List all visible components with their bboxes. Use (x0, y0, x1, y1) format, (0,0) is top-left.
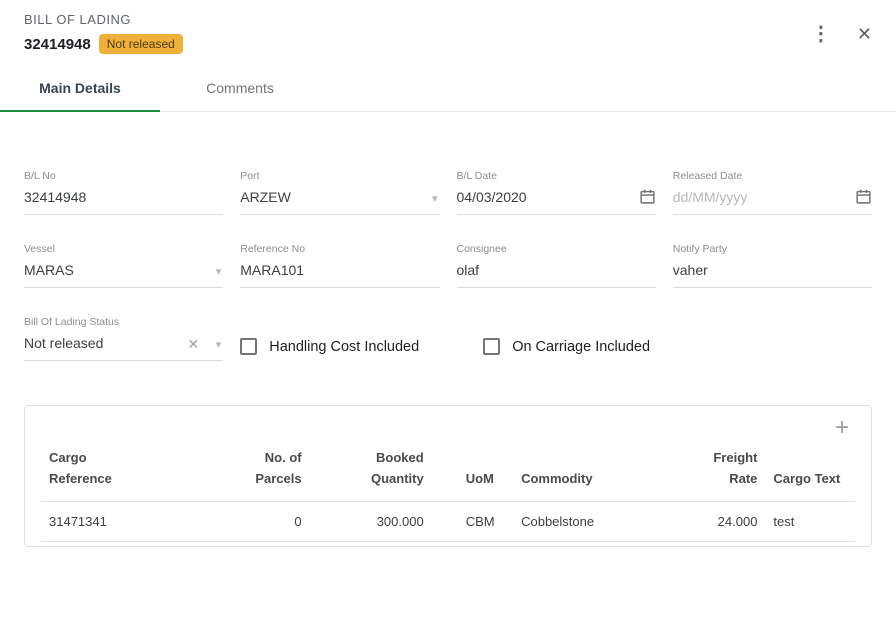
main-content: B/L No Port ▾ B/L Date (0, 112, 896, 546)
tab-comments[interactable]: Comments (160, 68, 320, 111)
checkbox-label: On Carriage Included (512, 339, 650, 355)
field-reference-no: Reference No (240, 243, 439, 288)
field-bl-status: Bill Of Lading Status ✕ ▾ (24, 316, 223, 361)
dialog-header: BILL OF LADING 32414948 Not released ⋮ ✕ (0, 0, 896, 62)
bl-no-control (24, 187, 223, 215)
checkbox-icon[interactable] (483, 338, 500, 355)
bl-date-control (457, 187, 656, 215)
field-vessel: Vessel ▾ (24, 243, 223, 288)
cell-no-of-parcels: 0 (220, 501, 310, 541)
cell-cargo-text: test (765, 501, 855, 541)
tab-bar: Main Details Comments (0, 68, 896, 112)
cargo-card-toolbar: + (41, 414, 855, 442)
bl-status-control: ✕ ▾ (24, 333, 223, 361)
port-select[interactable] (240, 187, 439, 213)
bl-no-label: B/L No (24, 170, 223, 182)
cell-cargo-reference: 31471341 (41, 501, 220, 541)
field-port: Port ▾ (240, 170, 439, 215)
vessel-select[interactable] (24, 260, 223, 286)
table-header-row: Cargo Reference No. of Parcels Booked Qu… (41, 442, 855, 501)
checkbox-group: Handling Cost Included On Carriage Inclu… (240, 316, 872, 361)
released-date-label: Released Date (673, 170, 872, 182)
released-date-input[interactable] (673, 187, 872, 213)
notify-party-input[interactable] (673, 260, 872, 286)
cell-uom: CBM (432, 501, 513, 541)
chevron-down-icon[interactable]: ▾ (216, 265, 222, 278)
cargo-card: + Cargo Reference No. of Parcels Booked … (24, 405, 872, 546)
header-text: BILL OF LADING 32414948 Not released (24, 12, 183, 54)
chevron-down-icon[interactable]: ▾ (216, 338, 222, 351)
field-bl-no: B/L No (24, 170, 223, 215)
calendar-icon[interactable] (639, 188, 656, 209)
handling-cost-checkbox[interactable]: Handling Cost Included (240, 338, 419, 355)
status-row: Bill Of Lading Status ✕ ▾ Handling Cost … (24, 316, 872, 361)
dialog-eyebrow: BILL OF LADING (24, 12, 183, 27)
bl-no-input[interactable] (24, 187, 223, 213)
col-freight-rate: Freight Rate (676, 442, 766, 501)
field-bl-date: B/L Date (457, 170, 656, 215)
kebab-menu-icon[interactable]: ⋮ (807, 20, 835, 48)
col-commodity: Commodity (513, 442, 676, 501)
add-cargo-icon[interactable]: + (829, 414, 855, 442)
chevron-down-icon[interactable]: ▾ (432, 192, 438, 205)
reference-no-control (240, 260, 439, 288)
port-control: ▾ (240, 187, 439, 215)
cell-freight-rate: 24.000 (676, 501, 766, 541)
reference-no-input[interactable] (240, 260, 439, 286)
notify-party-control (673, 260, 872, 288)
field-consignee: Consignee (457, 243, 656, 288)
bl-date-label: B/L Date (457, 170, 656, 182)
field-released-date: Released Date (673, 170, 872, 215)
close-icon[interactable]: ✕ (853, 21, 876, 47)
col-cargo-reference: Cargo Reference (41, 442, 220, 501)
title-row: 32414948 Not released (24, 34, 183, 54)
notify-party-label: Notify Party (673, 243, 872, 255)
form-grid: B/L No Port ▾ B/L Date (24, 170, 872, 288)
field-notify-party: Notify Party (673, 243, 872, 288)
consignee-control (457, 260, 656, 288)
page-title: 32414948 (24, 36, 91, 53)
vessel-label: Vessel (24, 243, 223, 255)
col-cargo-text: Cargo Text (765, 442, 855, 501)
header-actions: ⋮ ✕ (807, 20, 876, 48)
reference-no-label: Reference No (240, 243, 439, 255)
status-badge: Not released (99, 34, 183, 54)
col-no-of-parcels: No. of Parcels (220, 442, 310, 501)
bill-of-lading-dialog: BILL OF LADING 32414948 Not released ⋮ ✕… (0, 0, 896, 632)
released-date-control (673, 187, 872, 215)
consignee-label: Consignee (457, 243, 656, 255)
checkbox-label: Handling Cost Included (269, 339, 419, 355)
cell-booked-quantity: 300.000 (310, 501, 432, 541)
cargo-table: Cargo Reference No. of Parcels Booked Qu… (41, 442, 855, 541)
col-booked-quantity: Booked Quantity (310, 442, 432, 501)
bl-date-input[interactable] (457, 187, 656, 213)
col-uom: UoM (432, 442, 513, 501)
vessel-control: ▾ (24, 260, 223, 288)
tab-main-details[interactable]: Main Details (0, 68, 160, 111)
on-carriage-checkbox[interactable]: On Carriage Included (483, 338, 650, 355)
calendar-icon[interactable] (855, 188, 872, 209)
port-label: Port (240, 170, 439, 182)
bl-status-label: Bill Of Lading Status (24, 316, 223, 328)
cell-commodity: Cobbelstone (513, 501, 676, 541)
table-row[interactable]: 31471341 0 300.000 CBM Cobbelstone 24.00… (41, 501, 855, 541)
clear-icon[interactable]: ✕ (188, 336, 200, 353)
checkbox-icon[interactable] (240, 338, 257, 355)
consignee-input[interactable] (457, 260, 656, 286)
